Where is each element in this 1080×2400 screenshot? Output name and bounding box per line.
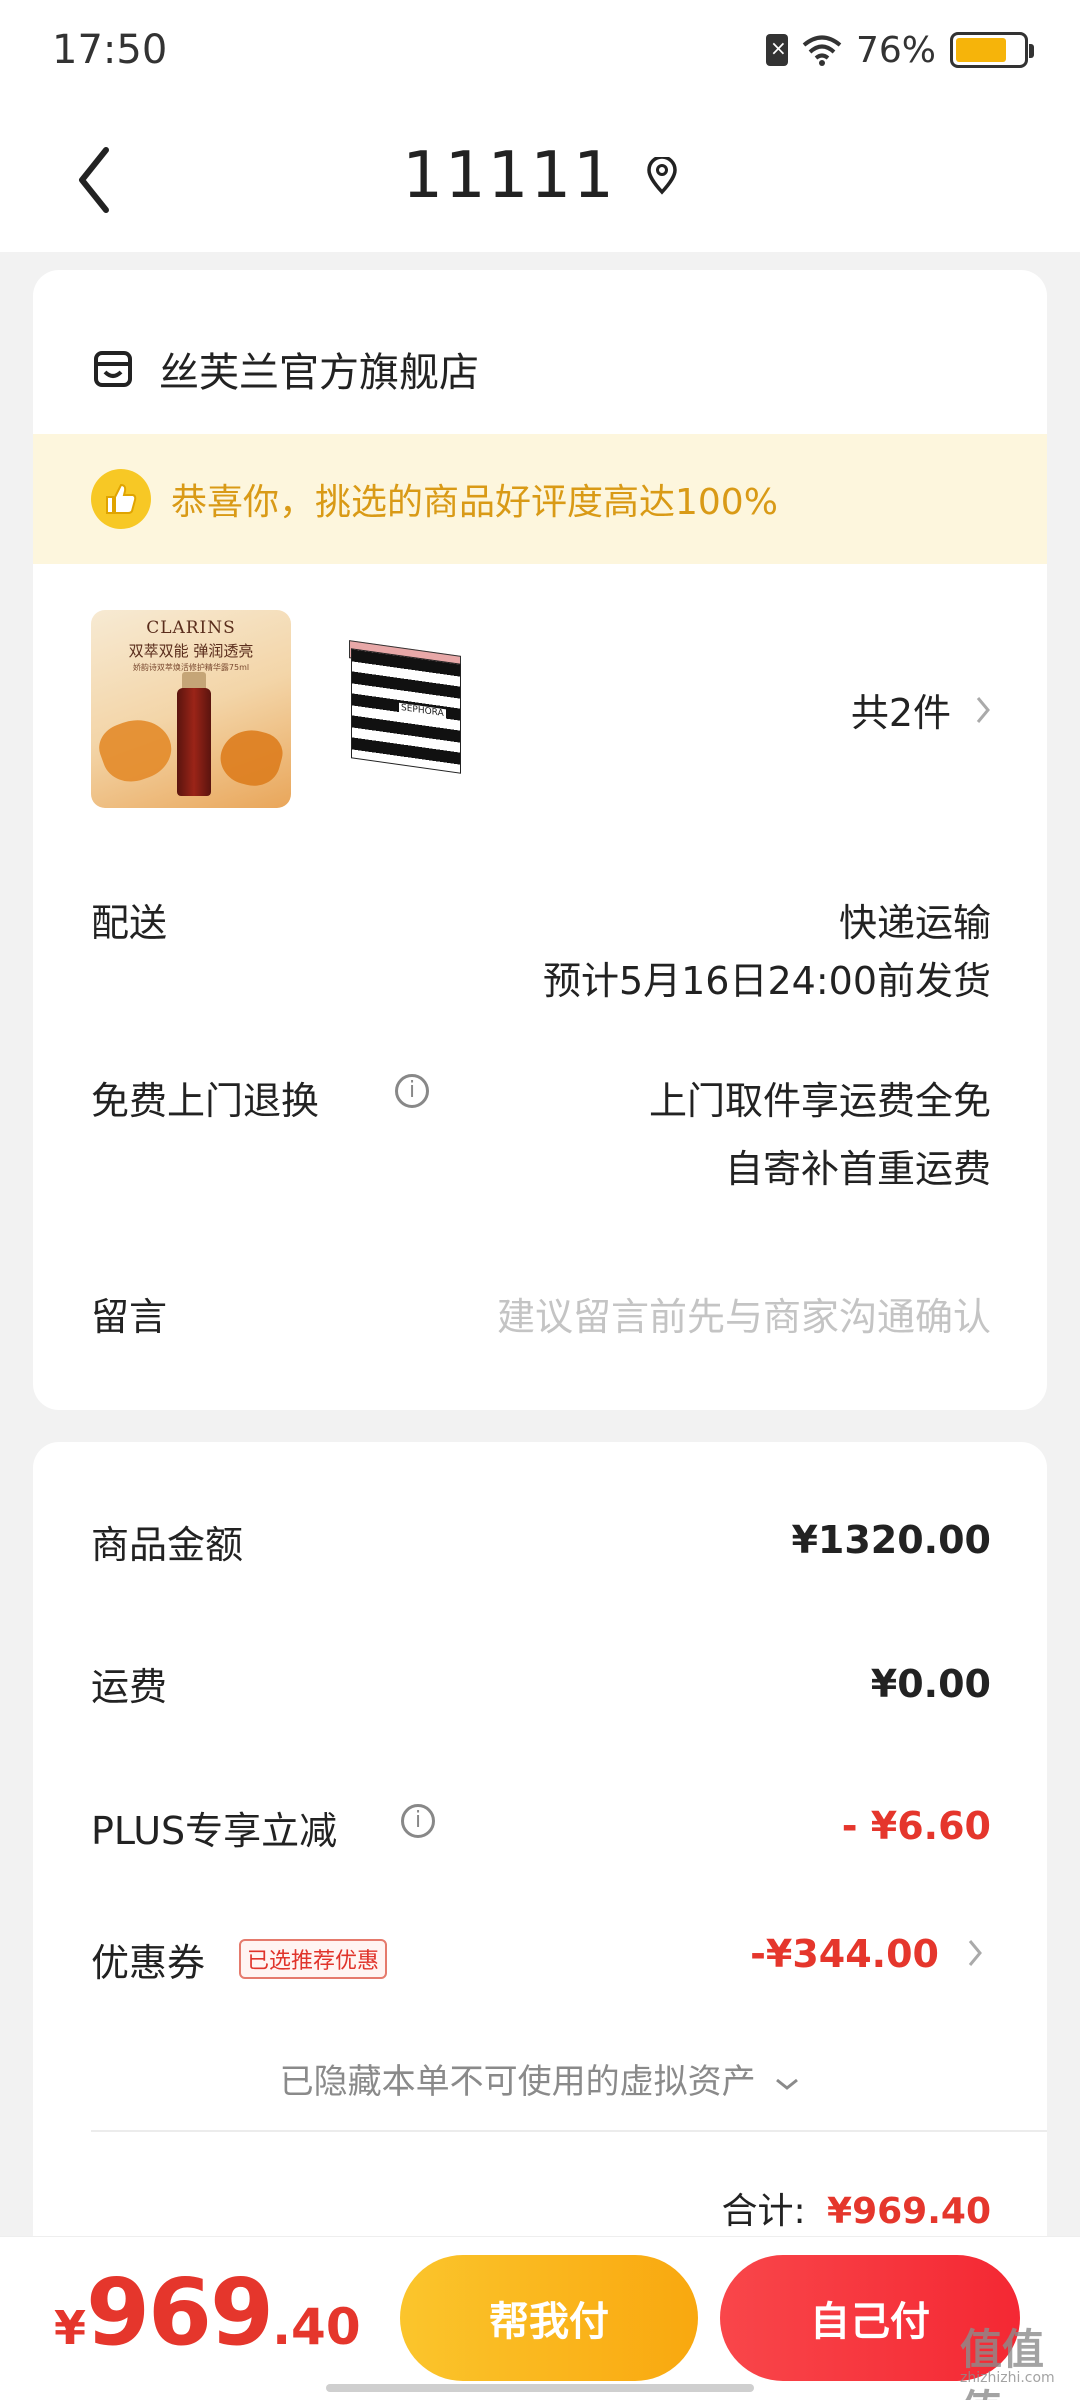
location-pin-icon[interactable] [646,157,678,195]
delivery-label: 配送 [91,901,168,945]
coupon-label: 优惠券 [91,1941,206,1985]
status-time: 17:50 [52,27,168,73]
back-arrow-icon[interactable] [66,140,126,220]
nav-header: 11111 [0,100,1080,252]
rating-banner: 恭喜你，挑选的商品好评度高达100% [33,434,1047,564]
thumbs-up-icon [91,469,151,529]
product-image-sephora[interactable]: SEPHORA [337,640,467,774]
wifi-icon [802,35,842,66]
amount-integer: 969 [86,2259,274,2366]
help-pay-button[interactable]: 帮我付 [400,2255,698,2381]
sim-absent-icon [765,34,788,66]
returns-line1: 上门取件享运费全免 [648,1079,991,1123]
currency-symbol: ¥ [54,2301,87,2355]
total-value: ¥969.40 [827,2191,991,2232]
remark-input[interactable]: 建议留言前先与商家沟通确认 [497,1286,991,1341]
chevron-right-icon [976,696,990,723]
chevron-right-icon[interactable] [967,1938,983,1968]
page-title: 11111 [402,139,616,213]
goods-amount-value: ¥1320.00 [791,1518,991,1562]
price-summary-card: 商品金额 ¥1320.00 运费 ¥0.00 PLUS专享立减 i - ¥6.6… [33,1442,1047,2262]
hidden-assets-text: 已隐藏本单不可使用的虚拟资产 [279,2062,756,2102]
remark-label: 留言 [91,1295,168,1339]
coupon-recommended-badge: 已选推荐优惠 [239,1939,388,1979]
store-header[interactable]: 丝芙兰官方旗舰店 [93,340,479,398]
store-icon [94,351,132,387]
product-brand: CLARINS [146,618,236,638]
goods-amount-label: 商品金额 [91,1523,244,1567]
plus-discount-label: PLUS专享立减 [91,1809,338,1853]
watermark-url: zhizhizhi.com [960,2370,1055,2386]
order-total: 合计: ¥969.40 [721,2182,991,2234]
info-icon[interactable]: i [395,1074,429,1108]
home-indicator[interactable] [326,2384,754,2392]
order-card: 丝芙兰官方旗舰店 恭喜你，挑选的商品好评度高达100% CLARINS 双萃双能… [33,270,1047,1410]
serum-bottle [177,688,211,796]
product-image-clarins[interactable]: CLARINS 双萃双能 弹润透亮 娇韵诗双萃焕活修护精华露75ml [91,610,291,808]
plus-discount-value: - ¥6.60 [841,1804,991,1848]
returns-label: 免费上门退换 [91,1079,320,1123]
status-icons: 76% [765,29,1034,71]
battery-percent: 76% [855,29,936,71]
delivery-eta: 预计5月16日24:00前发货 [542,959,991,1003]
item-count-text: 共2件 [850,691,951,735]
orange-peel-decor [214,723,288,792]
divider [91,2130,1047,2132]
info-icon[interactable]: i [401,1804,435,1838]
pay-amount: ¥969.40 [54,2259,361,2366]
rating-text: 恭喜你，挑选的商品好评度高达100% [171,482,778,523]
watermark-text: 值值值 [960,2325,1045,2400]
status-bar: 17:50 76% [0,0,1080,100]
shipping-fee-label: 运费 [91,1665,168,1709]
product-tagline: 双萃双能 弹润透亮 [128,642,254,660]
coupon-value[interactable]: -¥344.00 [750,1932,939,1976]
battery-icon [950,32,1034,68]
orange-peel-decor [92,709,180,791]
product-list[interactable]: CLARINS 双萃双能 弹润透亮 娇韵诗双萃焕活修护精华露75ml SEPHO… [91,610,991,810]
total-label: 合计: [721,2191,806,2232]
delivery-method[interactable]: 快递运输 [839,892,991,947]
chevron-down-icon [776,2078,799,2090]
checkout-bar: ¥969.40 帮我付 自己付 [0,2236,1080,2400]
watermark: 值值值 zhizhizhi.com [960,2316,1070,2400]
item-count[interactable]: 共2件 [851,682,991,737]
amount-decimal: .40 [272,2298,361,2356]
hidden-assets-toggle[interactable]: 已隐藏本单不可使用的虚拟资产 [33,2054,1047,2103]
store-name: 丝芙兰官方旗舰店 [159,350,479,396]
returns-line2: 自寄补首重运费 [724,1147,991,1191]
shipping-fee-value: ¥0.00 [870,1662,991,1706]
